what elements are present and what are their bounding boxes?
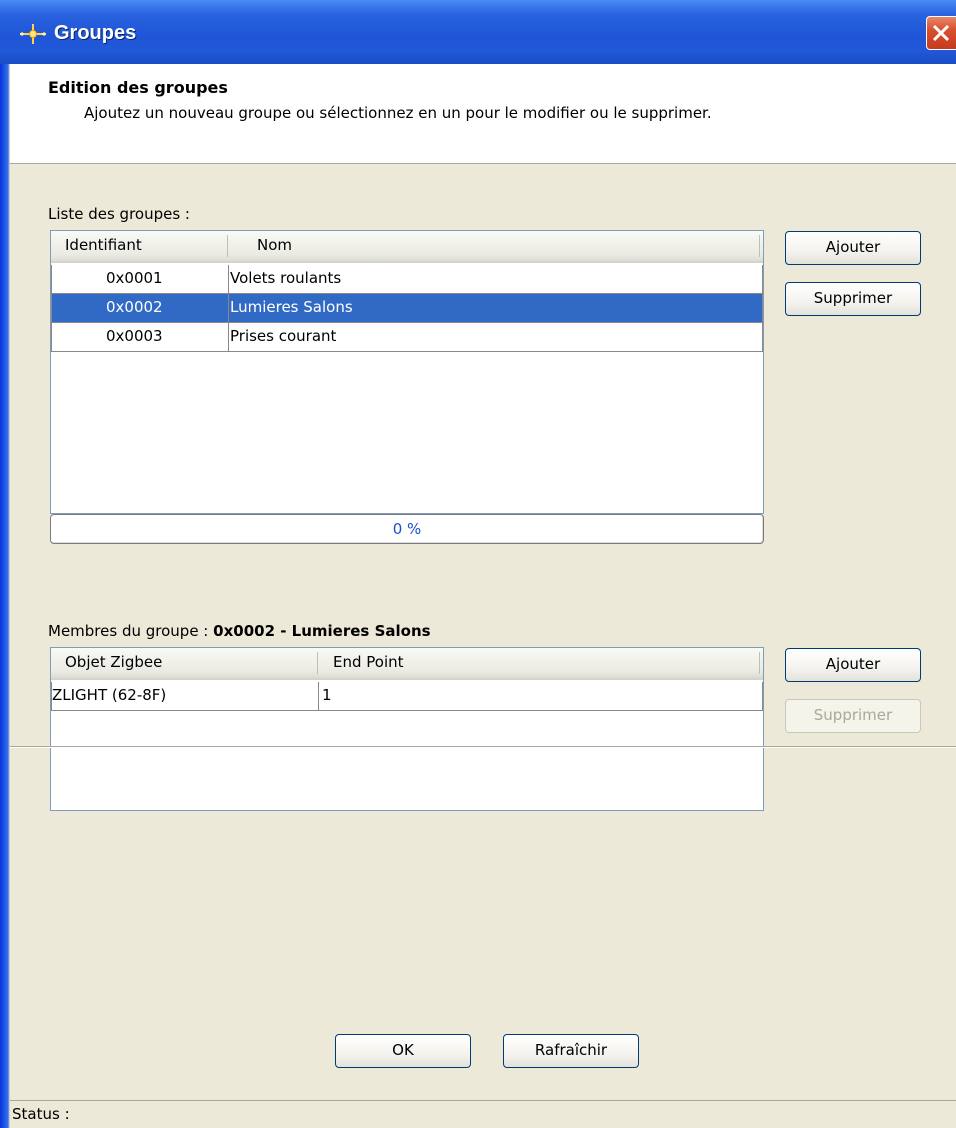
cell-divider: [228, 323, 229, 352]
members-label-group: 0x0002 - Lumieres Salons: [213, 622, 431, 640]
members-table-header: Objet Zigbee End Point: [51, 648, 763, 680]
delete-member-button[interactable]: Supprimer: [785, 699, 921, 733]
column-divider[interactable]: [759, 235, 760, 257]
header-subtitle: Ajoutez un nouveau groupe ou sélectionne…: [84, 104, 712, 122]
row-name: Volets roulants: [230, 269, 342, 287]
window-left-border: [0, 0, 10, 1128]
table-row-selected[interactable]: 0x0002 Lumieres Salons: [51, 294, 763, 323]
cell-divider: [228, 265, 229, 294]
header-panel: Edition des groupes Ajoutez un nouveau g…: [10, 64, 956, 164]
status-bar: Status :: [10, 1100, 956, 1128]
column-header-end-point[interactable]: End Point: [333, 653, 404, 671]
members-label-prefix: Membres du groupe :: [48, 622, 214, 640]
close-x-icon: [932, 24, 950, 42]
row-id: 0x0001: [106, 269, 163, 287]
groupes-dialog: Groupes Edition des groupes Ajoutez un n…: [0, 0, 956, 1128]
status-text: Status :: [12, 1105, 70, 1123]
refresh-button[interactable]: Rafraîchir: [503, 1034, 639, 1068]
progress-text: 0 %: [392, 520, 422, 538]
window-title: Groupes: [54, 22, 137, 44]
column-divider[interactable]: [227, 235, 228, 257]
ok-button[interactable]: OK: [335, 1034, 471, 1068]
footer-divider: [10, 746, 956, 748]
members-list-label: Membres du groupe : 0x0002 - Lumieres Sa…: [48, 622, 431, 640]
column-divider[interactable]: [317, 652, 318, 674]
groups-list-label: Liste des groupes :: [48, 205, 190, 223]
header-title: Edition des groupes: [48, 78, 228, 97]
members-table[interactable]: Objet Zigbee End Point ZLIGHT (62-8F) 1: [50, 647, 764, 811]
cell-divider: [318, 682, 319, 711]
row-object: ZLIGHT (62-8F): [52, 686, 167, 704]
add-member-button[interactable]: Ajouter: [785, 648, 921, 682]
column-header-objet-zigbee[interactable]: Objet Zigbee: [65, 653, 162, 671]
cell-divider: [228, 294, 229, 323]
row-name: Prises courant: [230, 327, 337, 345]
delete-group-button[interactable]: Supprimer: [785, 282, 921, 316]
sparkle-icon: [20, 24, 46, 44]
column-header-identifiant[interactable]: Identifiant: [65, 236, 142, 254]
table-row[interactable]: ZLIGHT (62-8F) 1: [51, 682, 763, 711]
row-id: 0x0003: [106, 327, 163, 345]
close-button[interactable]: [926, 16, 956, 50]
row-name: Lumieres Salons: [230, 298, 353, 316]
title-bar[interactable]: Groupes: [0, 0, 956, 64]
column-header-nom[interactable]: Nom: [257, 236, 292, 254]
groups-table-header: Identifiant Nom: [51, 231, 763, 263]
table-row[interactable]: 0x0003 Prises courant: [51, 323, 763, 352]
column-divider[interactable]: [759, 652, 760, 674]
table-row[interactable]: 0x0001 Volets roulants: [51, 265, 763, 294]
groups-table[interactable]: Identifiant Nom 0x0001 Volets roulants 0…: [50, 230, 764, 514]
add-group-button[interactable]: Ajouter: [785, 231, 921, 265]
row-id: 0x0002: [106, 298, 163, 316]
progress-bar: 0 %: [50, 514, 764, 544]
row-endpoint: 1: [322, 686, 332, 704]
